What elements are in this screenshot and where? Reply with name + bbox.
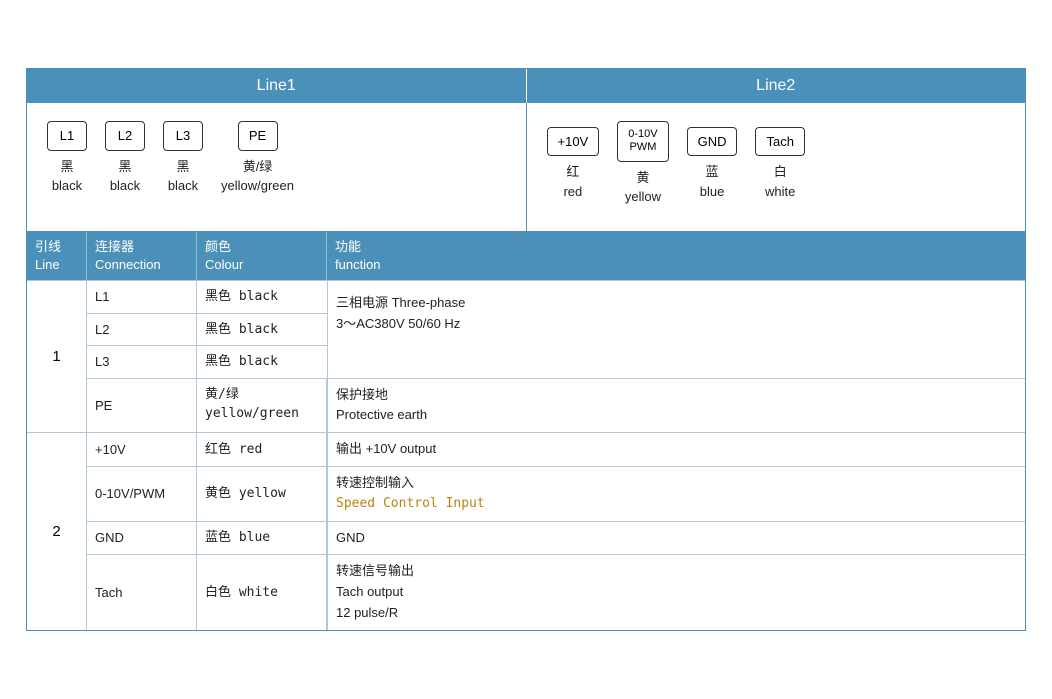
gnd-func: GND [327, 522, 1025, 555]
pe-func-cn: 保护接地 [336, 385, 388, 406]
connector-L3-box: L3 [163, 121, 203, 151]
pe-func-en: Protective earth [336, 405, 427, 426]
connector-Tach: Tach 白white [755, 127, 804, 202]
connector-L3-label: 黑black [168, 157, 198, 196]
10v-func: 输出 +10V output [327, 433, 1025, 466]
10v-color: 红色 red [197, 433, 327, 466]
group-1-line-num: 1 [27, 281, 87, 432]
connector-PWM: 0-10VPWM 黄yellow [617, 121, 668, 206]
connector-10V: +10V 红red [547, 127, 600, 202]
connector-L2: L2 黑black [105, 121, 145, 196]
th-line: 引线Line [27, 232, 87, 280]
connector-L2-box: L2 [105, 121, 145, 151]
pe-color-en: yellow/green [205, 404, 299, 424]
l2-row: L2 黑色 black [87, 314, 327, 347]
group-2-line-num: 2 [27, 433, 87, 630]
l2-color: 黑色 black [197, 314, 327, 346]
connector-PWM-box: 0-10VPWM [617, 121, 668, 161]
pwm-func: 转速控制输入 Speed Control Input [327, 467, 1025, 521]
pwm-func-cn: 转速控制输入 [336, 473, 414, 494]
connector-Tach-box: Tach [755, 127, 804, 157]
line2-diagram: +10V 红red 0-10VPWM 黄yellow GND 蓝blue Tac… [527, 103, 1026, 230]
group-1: 1 L1 黑色 black L2 黑色 black [27, 280, 1025, 432]
l1-l2-l3-func: 三相电源 Three-phase3～AC380V 50/60 Hz [327, 281, 1025, 378]
l1-l2-l3-conn-color: L1 黑色 black L2 黑色 black L3 黑色 black [87, 281, 327, 378]
l1-row: L1 黑色 black [87, 281, 327, 314]
connector-PE-label: 黄/绿yellow/green [221, 157, 294, 196]
10v-conn: +10V [87, 433, 197, 466]
gnd-color: 蓝色 blue [197, 522, 327, 555]
data-table: 引线Line 连接器Connection 颜色Colour 功能function… [27, 232, 1025, 630]
tach-func-cn: 转速信号输出 [336, 561, 414, 582]
connector-L1: L1 黑black [47, 121, 87, 196]
pe-func: 保护接地 Protective earth [327, 379, 1025, 433]
pe-conn: PE [87, 379, 197, 433]
header-row: Line1 Line2 [27, 69, 1025, 103]
line2-header: Line2 [527, 69, 1026, 103]
l1-color: 黑色 black [197, 281, 327, 313]
tach-func-en1: Tach output [336, 582, 403, 603]
table-header: 引线Line 连接器Connection 颜色Colour 功能function [27, 232, 1025, 280]
connector-L3: L3 黑black [163, 121, 203, 196]
th-colour: 颜色Colour [197, 232, 327, 280]
connector-GND: GND 蓝blue [687, 127, 738, 202]
connector-L2-label: 黑black [110, 157, 140, 196]
connector-PWM-label: 黄yellow [625, 168, 661, 207]
l2-conn: L2 [87, 314, 197, 346]
group-2: 2 +10V 红色 red 输出 +10V output 0-10V/PWM 黄… [27, 432, 1025, 630]
l3-color: 黑色 black [197, 346, 327, 378]
connector-10V-label: 红red [563, 162, 582, 201]
group-1-inner: L1 黑色 black L2 黑色 black L3 黑色 black [87, 281, 1025, 432]
gnd-row: GND 蓝色 blue GND [87, 521, 1025, 555]
gnd-conn: GND [87, 522, 197, 555]
pwm-color: 黄色 yellow [197, 467, 327, 521]
tach-func-en2: 12 pulse/R [336, 603, 398, 624]
l1-conn: L1 [87, 281, 197, 313]
connector-PE-box: PE [238, 121, 278, 151]
connector-GND-box: GND [687, 127, 738, 157]
pwm-func-en: Speed Control Input [336, 494, 485, 515]
pwm-row: 0-10V/PWM 黄色 yellow 转速控制输入 Speed Control… [87, 466, 1025, 521]
connector-Tach-label: 白white [765, 162, 795, 201]
connector-10V-box: +10V [547, 127, 600, 157]
line1-diagram: L1 黑black L2 黑black L3 黑black PE 黄/绿yell… [27, 103, 527, 230]
main-container: Line1 Line2 L1 黑black L2 黑black L3 黑blac… [26, 68, 1026, 630]
pe-color: 黄/绿 yellow/green [197, 379, 327, 433]
connector-GND-label: 蓝blue [700, 162, 725, 201]
line1-connectors: L1 黑black L2 黑black L3 黑black PE 黄/绿yell… [47, 121, 294, 196]
pwm-conn: 0-10V/PWM [87, 467, 197, 521]
tach-func: 转速信号输出 Tach output 12 pulse/R [327, 555, 1025, 629]
pe-color-cn: 黄/绿 [205, 385, 239, 405]
line1-header: Line1 [27, 69, 527, 103]
10v-row: +10V 红色 red 输出 +10V output [87, 433, 1025, 466]
group-2-inner: +10V 红色 red 输出 +10V output 0-10V/PWM 黄色 … [87, 433, 1025, 630]
th-function: 功能function [327, 232, 1025, 280]
connector-L1-box: L1 [47, 121, 87, 151]
l1-l2-l3-section: L1 黑色 black L2 黑色 black L3 黑色 black [87, 281, 1025, 379]
l3-conn: L3 [87, 346, 197, 378]
tach-conn: Tach [87, 555, 197, 629]
diagram-area: L1 黑black L2 黑black L3 黑black PE 黄/绿yell… [27, 103, 1025, 231]
tach-color: 白色 white [197, 555, 327, 629]
line2-connectors: +10V 红red 0-10VPWM 黄yellow GND 蓝blue Tac… [547, 121, 805, 206]
connector-L1-label: 黑black [52, 157, 82, 196]
connector-PE: PE 黄/绿yellow/green [221, 121, 294, 196]
tach-row: Tach 白色 white 转速信号输出 Tach output 12 puls… [87, 554, 1025, 629]
pe-row: PE 黄/绿 yellow/green 保护接地 Protective eart… [87, 379, 1025, 433]
th-connection: 连接器Connection [87, 232, 197, 280]
l3-row: L3 黑色 black [87, 346, 327, 378]
